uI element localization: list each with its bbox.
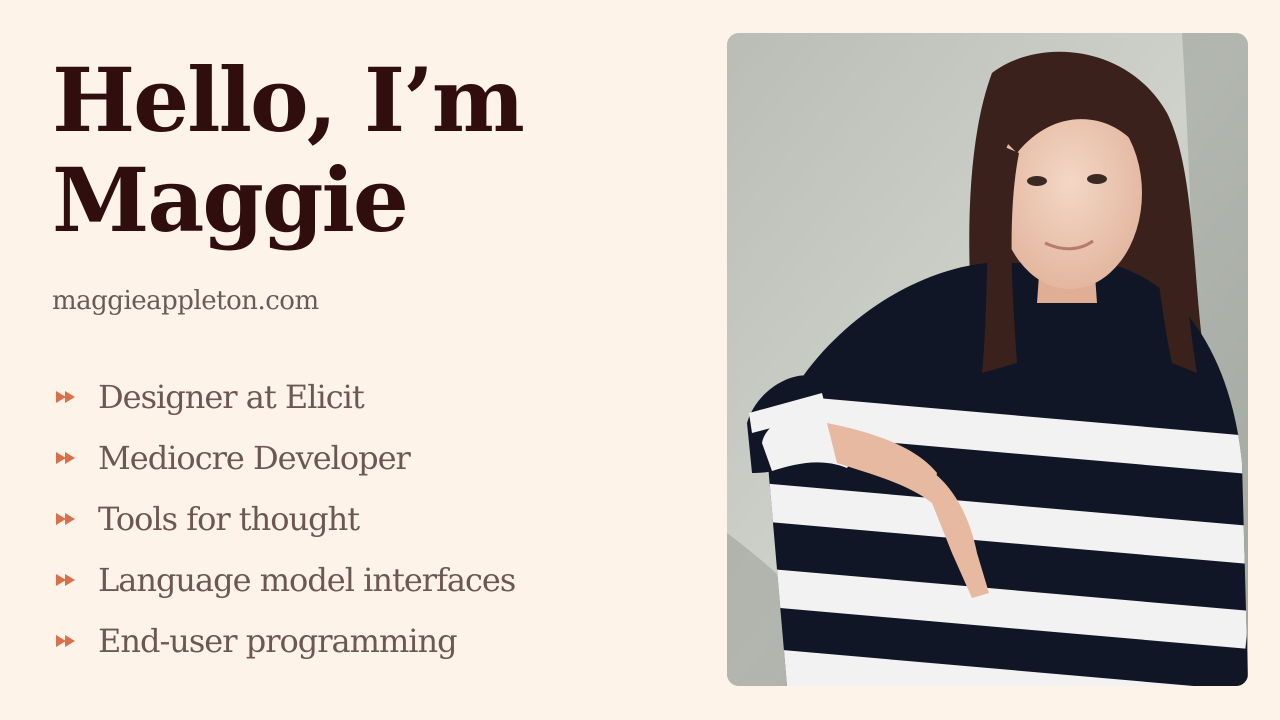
double-arrow-icon	[56, 634, 75, 647]
bullet-label: End-user programming	[98, 621, 458, 660]
website-link[interactable]: maggieappleton.com	[52, 286, 319, 316]
bullet-list: Designer at Elicit Mediocre Developer To…	[52, 366, 516, 671]
double-arrow-icon	[56, 573, 75, 586]
bullet-label: Language model interfaces	[98, 560, 516, 599]
portrait-photo	[727, 33, 1248, 686]
hero: Hello, I’m Maggie	[52, 50, 692, 250]
double-arrow-icon	[56, 512, 75, 525]
list-item: Designer at Elicit	[52, 366, 515, 427]
page-title: Hello, I’m Maggie	[52, 50, 692, 250]
list-item: Tools for thought	[52, 488, 515, 549]
bullet-label: Mediocre Developer	[98, 438, 411, 477]
bullet-label: Tools for thought	[98, 499, 360, 538]
list-item: Mediocre Developer	[52, 427, 515, 488]
list-item: Language model interfaces	[52, 549, 516, 610]
list-item: End-user programming	[52, 610, 515, 671]
double-arrow-icon	[56, 390, 75, 403]
portrait-illustration	[727, 33, 1248, 686]
double-arrow-icon	[56, 451, 75, 464]
bullet-label: Designer at Elicit	[98, 377, 365, 416]
title-line-1: Hello, I’m	[52, 48, 525, 152]
title-line-2: Maggie	[52, 148, 409, 252]
